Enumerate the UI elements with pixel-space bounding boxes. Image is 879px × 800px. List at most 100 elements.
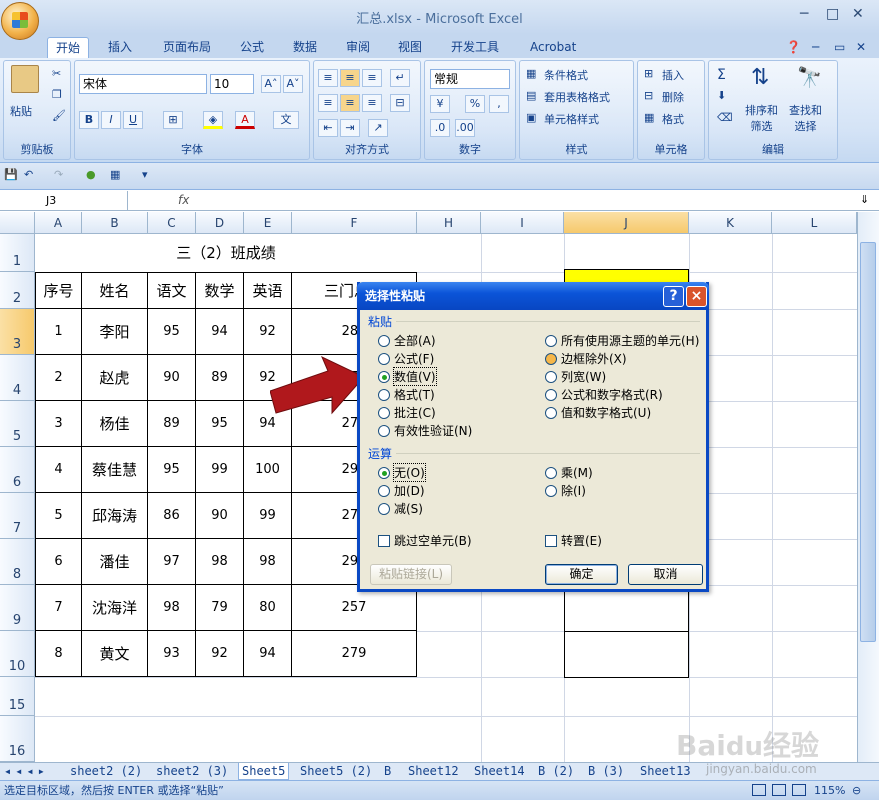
radio-option[interactable]: 除(I) — [545, 482, 586, 499]
radio-button[interactable] — [545, 466, 557, 479]
row-header[interactable]: 10 — [0, 631, 35, 677]
row-header[interactable]: 1 — [0, 234, 35, 272]
align-top-icon[interactable]: ≡ — [318, 69, 338, 87]
sheet-tab[interactable]: B (3) — [588, 763, 624, 780]
italic-button[interactable]: I — [101, 111, 121, 129]
phonetic-icon[interactable]: 文 — [273, 111, 299, 129]
insert-cells-button[interactable]: 插入 — [662, 67, 684, 83]
column-header[interactable]: B — [82, 212, 148, 234]
table-header-cell[interactable]: 语文 — [148, 272, 196, 309]
sheet-nav-arrows-icon[interactable]: ◂◂◂▸ — [4, 763, 49, 780]
decrease-decimal-icon[interactable]: .00 — [455, 119, 475, 137]
sheet-tab[interactable]: Sheet12 — [408, 763, 459, 780]
radio-option[interactable]: 无(O) — [378, 463, 426, 482]
table-cell[interactable]: 5 — [35, 493, 82, 539]
table-cell[interactable]: 92 — [244, 309, 292, 355]
clear-icon[interactable]: ⌫ — [717, 111, 733, 124]
radio-option[interactable]: 加(D) — [378, 482, 425, 499]
row-header[interactable]: 5 — [0, 401, 35, 447]
minimize-icon[interactable]: ─ — [800, 6, 808, 22]
table-cell[interactable]: 98 — [148, 585, 196, 631]
align-left-icon[interactable]: ≡ — [318, 94, 338, 112]
table-cell[interactable]: 92 — [196, 631, 244, 677]
cancel-button[interactable]: 取消 — [628, 564, 703, 585]
delete-cells-icon[interactable]: ⊟ — [644, 89, 653, 102]
orientation-icon[interactable]: ↗ — [368, 119, 388, 137]
table-cell[interactable]: 沈海洋 — [82, 585, 148, 631]
radio-button[interactable] — [545, 406, 557, 419]
radio-button[interactable] — [378, 370, 390, 383]
scroll-thumb[interactable] — [860, 242, 876, 642]
cell-styles-button[interactable]: 单元格样式 — [544, 111, 599, 127]
table-header-cell[interactable]: 姓名 — [82, 272, 148, 309]
format-cells-icon[interactable]: ▦ — [644, 111, 654, 124]
conditional-format-button[interactable]: 条件格式 — [544, 67, 588, 83]
table-format-button[interactable]: 套用表格格式 — [544, 89, 610, 105]
sheet-tab[interactable]: Sheet14 — [474, 763, 525, 780]
tab-acrobat[interactable]: Acrobat — [530, 37, 576, 58]
column-header[interactable]: F — [292, 212, 417, 234]
increase-indent-icon[interactable]: ⇥ — [340, 119, 360, 137]
fill-color-icon[interactable]: ◈ — [203, 111, 223, 129]
table-cell[interactable]: 99 — [196, 447, 244, 493]
table-cell[interactable]: 95 — [196, 401, 244, 447]
radio-option[interactable]: 所有使用源主题的单元(H) — [545, 332, 699, 349]
row-header[interactable]: 6 — [0, 447, 35, 493]
table-cell[interactable]: 1 — [35, 309, 82, 355]
table-cell[interactable]: 89 — [196, 355, 244, 401]
column-header[interactable]: I — [481, 212, 564, 234]
radio-button[interactable] — [545, 388, 557, 401]
comma-icon[interactable]: , — [489, 95, 509, 113]
sheet-tab[interactable]: B — [384, 763, 391, 780]
sheet-tab[interactable]: Sheet5 (2) — [300, 763, 372, 780]
font-color-icon[interactable]: A — [235, 111, 255, 129]
table-cell[interactable]: 7 — [35, 585, 82, 631]
table-cell[interactable]: 90 — [196, 493, 244, 539]
toolbar-icon[interactable]: ▦ — [110, 168, 120, 181]
radio-option[interactable]: 值和数字格式(U) — [545, 404, 651, 421]
table-cell[interactable]: 93 — [148, 631, 196, 677]
column-header[interactable]: C — [148, 212, 196, 234]
fx-icon[interactable]: fx — [178, 193, 189, 207]
radio-option[interactable]: 全部(A) — [378, 332, 436, 349]
sort-filter-icon[interactable]: ⇅ — [751, 65, 769, 90]
sheet-tab[interactable]: sheet2 (2) — [70, 763, 142, 780]
ribbon-minimize-icon[interactable]: ─ — [812, 37, 819, 58]
radio-button[interactable] — [378, 484, 390, 497]
paste-link-button[interactable]: 粘贴链接(L) — [370, 564, 452, 585]
row-header[interactable]: 16 — [0, 716, 35, 762]
table-header-cell[interactable]: 英语 — [244, 272, 292, 309]
row-header[interactable]: 4 — [0, 355, 35, 401]
grow-font-button[interactable]: A˄ — [261, 75, 281, 93]
border-icon[interactable]: ⊞ — [163, 111, 183, 129]
page-break-view-icon[interactable] — [792, 784, 806, 796]
radio-option[interactable]: 公式和数字格式(R) — [545, 386, 663, 403]
ribbon-restore-icon[interactable]: ▭ — [834, 37, 845, 58]
ribbon-close-icon[interactable]: ✕ — [856, 37, 866, 58]
cut-icon[interactable]: ✂ — [52, 67, 61, 80]
column-header[interactable]: L — [772, 212, 857, 234]
tab-view[interactable]: 视图 — [398, 37, 422, 58]
currency-icon[interactable]: ¥ — [430, 95, 450, 113]
merge-center-icon[interactable]: ⊟ — [390, 94, 410, 112]
radio-button[interactable] — [378, 424, 390, 437]
wrap-text-icon[interactable]: ↵ — [390, 69, 410, 87]
radio-option[interactable]: 乘(M) — [545, 464, 593, 481]
paste-icon[interactable] — [11, 65, 39, 93]
conditional-format-icon[interactable]: ▦ — [526, 67, 536, 80]
radio-button[interactable] — [378, 352, 390, 365]
maximize-icon[interactable]: □ — [826, 6, 839, 22]
redo-icon[interactable]: ↷ — [54, 168, 63, 181]
table-cell[interactable]: 86 — [148, 493, 196, 539]
close-icon[interactable]: ✕ — [852, 6, 864, 22]
tab-page-layout[interactable]: 页面布局 — [163, 37, 211, 58]
shrink-font-button[interactable]: A˅ — [283, 75, 303, 93]
sort-filter-button[interactable]: 排序和 筛选 — [745, 103, 778, 135]
table-cell[interactable]: 李阳 — [82, 309, 148, 355]
find-select-button[interactable]: 查找和 选择 — [789, 103, 822, 135]
radio-option[interactable]: 减(S) — [378, 500, 423, 517]
select-all-corner[interactable] — [0, 212, 35, 234]
table-cell[interactable]: 黄文 — [82, 631, 148, 677]
ok-button[interactable]: 确定 — [545, 564, 618, 585]
tab-developer[interactable]: 开发工具 — [451, 37, 499, 58]
